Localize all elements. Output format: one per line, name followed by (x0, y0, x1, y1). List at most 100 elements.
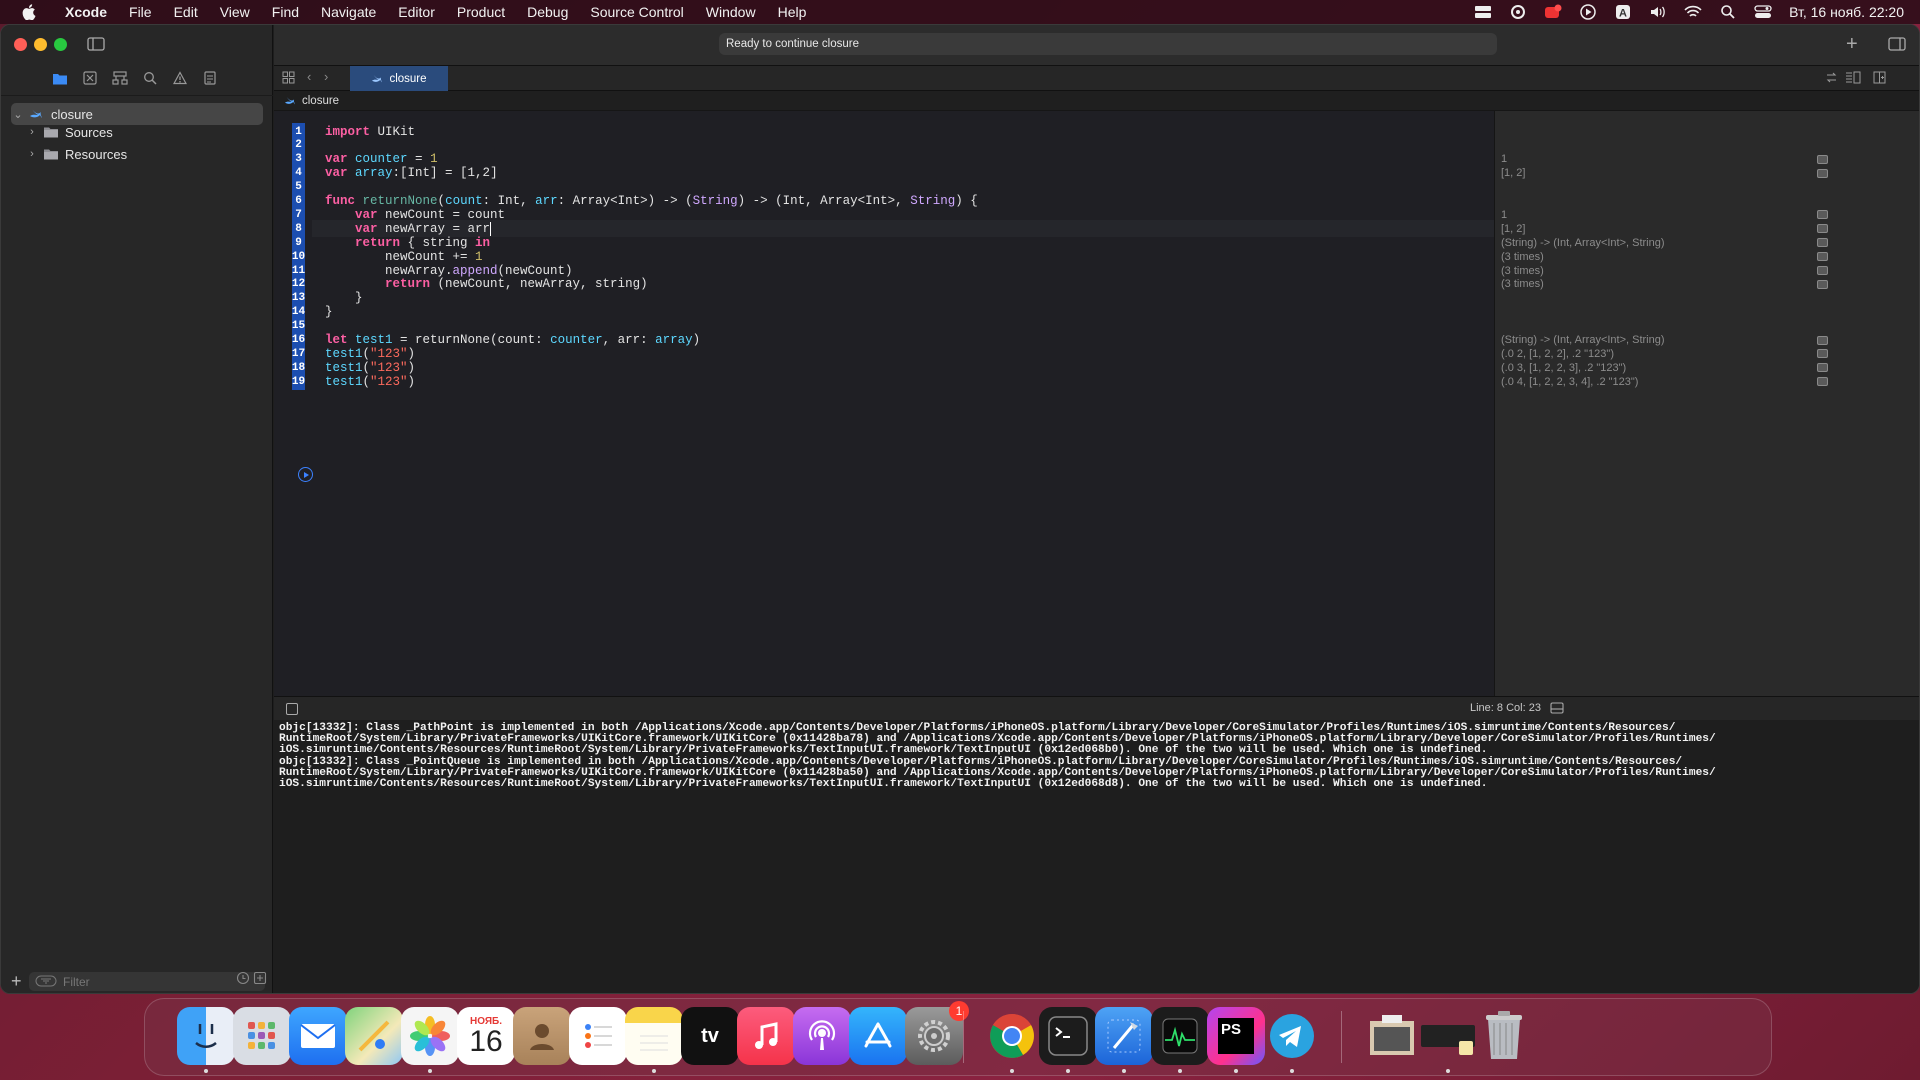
close-window-button[interactable] (14, 38, 27, 51)
dock-mail-icon[interactable] (289, 1007, 347, 1065)
dock-chrome-icon[interactable] (983, 1007, 1041, 1065)
menu-source-control[interactable]: Source Control (579, 4, 694, 20)
tree-item-resources[interactable]: › Resources (25, 143, 277, 165)
dock-podcasts-icon[interactable] (793, 1007, 851, 1065)
dock-finder-icon[interactable] (177, 1007, 235, 1065)
quick-look-result-icon[interactable] (1817, 252, 1828, 262)
dock-xcode-icon[interactable] (1095, 1007, 1153, 1065)
tab-closure[interactable]: closure (350, 66, 448, 91)
dock-notes-icon[interactable] (625, 1007, 683, 1065)
quick-look-result-icon[interactable] (1817, 279, 1828, 289)
project-navigator-folder-icon[interactable] (51, 69, 69, 87)
filter-options-icon[interactable] (35, 975, 57, 990)
menu-view[interactable]: View (209, 4, 261, 20)
dock-minimized-window-icon[interactable] (1419, 1007, 1477, 1065)
menu-edit[interactable]: Edit (163, 4, 209, 20)
minimize-window-button[interactable] (34, 38, 47, 51)
filter-input[interactable]: Filter (29, 971, 267, 991)
menu-navigate[interactable]: Navigate (310, 4, 387, 20)
tree-item-sources[interactable]: › Sources (25, 121, 277, 143)
source-control-filter-icon[interactable] (253, 971, 267, 988)
quick-look-result-icon[interactable] (1817, 377, 1828, 387)
issue-navigator-warning-icon[interactable] (171, 69, 189, 87)
dock-trash-icon[interactable] (1475, 1007, 1533, 1065)
menu-window[interactable]: Window (695, 4, 767, 20)
report-navigator-icon[interactable] (201, 69, 219, 87)
menu-find[interactable]: Find (261, 4, 310, 20)
line-number[interactable]: 19 (292, 373, 305, 391)
back-chevron-icon[interactable]: ‹ (307, 69, 311, 84)
quick-look-result-icon[interactable] (1817, 224, 1828, 234)
menu-clock[interactable]: Вт, 16 нояб. 22:20 (1789, 4, 1904, 20)
source-control-navigator-icon[interactable] (81, 69, 99, 87)
chevron-down-icon[interactable]: ⌄ (11, 108, 25, 121)
menu-product[interactable]: Product (446, 4, 516, 20)
input-source-icon[interactable]: A (1614, 4, 1632, 20)
dock-apple-tv-icon[interactable]: tv (681, 1007, 739, 1065)
quick-look-result-icon[interactable] (1817, 238, 1828, 248)
menu-help[interactable]: Help (767, 4, 818, 20)
dock-phpstorm-icon[interactable]: PS (1207, 1007, 1265, 1065)
split-editor-icon[interactable] (1873, 71, 1886, 87)
chevron-right-icon[interactable]: › (25, 148, 39, 160)
display-icon[interactable] (1474, 4, 1492, 20)
show-debug-checkbox[interactable] (286, 703, 298, 715)
zoom-window-button[interactable] (54, 38, 67, 51)
dock-telegram-icon[interactable] (1263, 1007, 1321, 1065)
dock-calendar-icon[interactable]: НОЯБ. 16 (457, 1007, 515, 1065)
code-token: import (325, 124, 371, 139)
quick-look-result-icon[interactable] (1817, 154, 1828, 164)
console-output[interactable]: objc[13332]: Class _PathPoint is impleme… (274, 720, 1919, 993)
code-line[interactable]: return (newCount, newArray, string) (325, 276, 648, 293)
menu-app-name[interactable]: Xcode (54, 4, 118, 20)
code-line[interactable]: import UIKit (325, 123, 415, 140)
dock-terminal-icon[interactable] (1039, 1007, 1097, 1065)
quick-look-result-icon[interactable] (1817, 266, 1828, 275)
quick-look-result-icon[interactable] (1817, 210, 1828, 220)
related-items-grid-icon[interactable] (282, 71, 295, 87)
menu-debug[interactable]: Debug (516, 4, 579, 20)
debug-area-toggle-icon[interactable] (1550, 702, 1564, 714)
dock-reminders-icon[interactable] (569, 1007, 627, 1065)
dock-music-icon[interactable] (737, 1007, 795, 1065)
run-playground-button[interactable] (298, 467, 313, 482)
dock-app-store-icon[interactable] (849, 1007, 907, 1065)
code-line[interactable]: var array:[Int] = [1,2] (325, 165, 498, 182)
menu-file[interactable]: File (118, 4, 163, 20)
refresh-arrows-icon[interactable] (1825, 71, 1838, 87)
symbol-navigator-icon[interactable] (111, 69, 129, 87)
running-indicator (204, 1069, 208, 1073)
forward-chevron-icon[interactable]: › (324, 69, 328, 84)
control-center-icon[interactable] (1754, 4, 1772, 20)
sidebar-toggle-icon[interactable] (87, 36, 105, 52)
spotlight-icon[interactable] (1719, 4, 1737, 20)
quick-look-result-icon[interactable] (1817, 363, 1828, 373)
menu-editor[interactable]: Editor (387, 4, 446, 20)
add-file-button[interactable]: + (11, 971, 22, 992)
find-navigator-search-icon[interactable] (141, 69, 159, 87)
code-editor[interactable]: 1 2 3 4 5 6 7 8 9 10 11 12 13 14 15 16 17 18 19 import UIK… (274, 111, 1494, 696)
code-line[interactable]: test1("123") (325, 373, 415, 390)
notification-app-icon[interactable] (1544, 4, 1562, 20)
quick-look-result-icon[interactable] (1817, 168, 1828, 178)
quick-look-result-icon[interactable] (1817, 349, 1828, 359)
breadcrumb-item[interactable]: closure (302, 95, 339, 107)
creative-cloud-icon[interactable] (1509, 4, 1527, 20)
recent-files-clock-icon[interactable] (236, 971, 250, 988)
wifi-icon[interactable] (1684, 4, 1702, 20)
play-icon[interactable] (1579, 4, 1597, 20)
dock-launchpad-icon[interactable] (233, 1007, 291, 1065)
editor-options-icon[interactable] (1845, 71, 1861, 87)
quick-look-result-icon[interactable] (1817, 335, 1828, 345)
dock-photos-icon[interactable] (401, 1007, 459, 1065)
add-library-button[interactable]: + (1846, 33, 1858, 56)
chevron-right-icon[interactable]: › (25, 126, 39, 138)
dock-contacts-icon[interactable] (513, 1007, 571, 1065)
inspector-toggle-icon[interactable] (1888, 36, 1906, 52)
code-line[interactable]: } (325, 304, 333, 321)
apple-icon[interactable] (18, 1, 40, 23)
dock-maps-icon[interactable] (345, 1007, 403, 1065)
volume-icon[interactable] (1649, 4, 1667, 20)
dock-screenshot-stack-icon[interactable] (1363, 1007, 1421, 1065)
dock-activity-monitor-icon[interactable] (1151, 1007, 1209, 1065)
